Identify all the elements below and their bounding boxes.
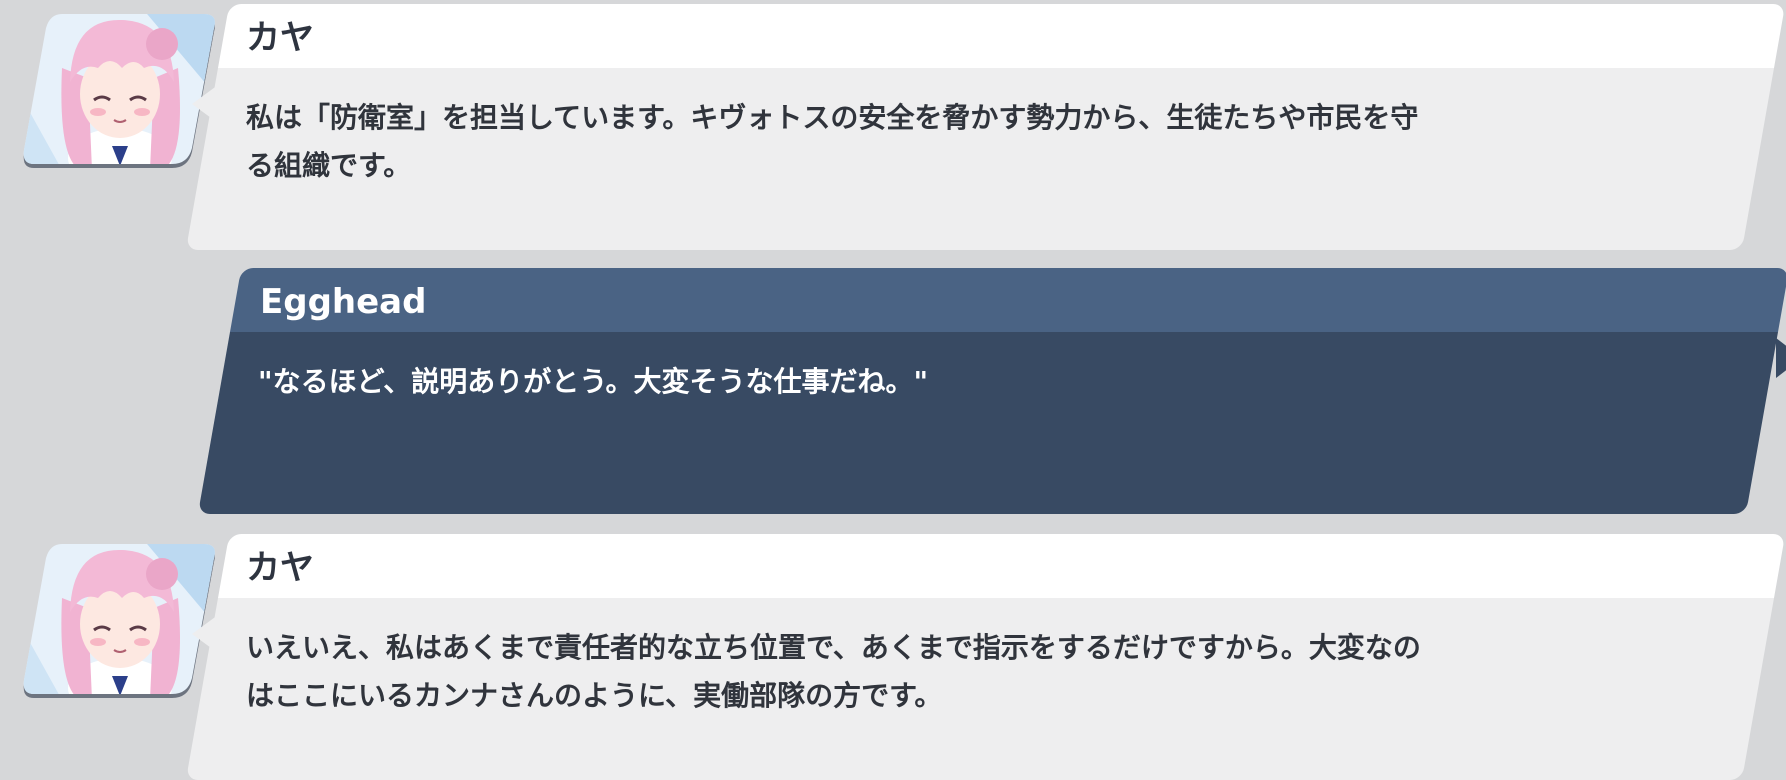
message-text: いえいえ、私はあくまで責任者的な立ち位置で、あくまで指示をするだけですから。大変… bbox=[246, 624, 1546, 720]
message-text: 私は「防衛室」を担当しています。キヴォトスの安全を脅かす勢力から、生徒たちや市民… bbox=[246, 94, 1546, 190]
message-line: る組織です。 bbox=[246, 149, 412, 182]
message-line: 私は「防衛室」を担当しています。キヴォトスの安全を脅かす勢力から、生徒たちや市民… bbox=[246, 101, 1419, 134]
message-header bbox=[218, 4, 1786, 68]
message-header bbox=[230, 268, 1786, 332]
speaker-name: カヤ bbox=[246, 18, 314, 58]
kaya-portrait-icon bbox=[23, 544, 215, 698]
bubble-tail bbox=[1776, 338, 1786, 378]
message-line: "なるほど、説明ありがとう。大変そうな仕事だね。" bbox=[258, 365, 929, 398]
kaya-avatar[interactable] bbox=[22, 538, 218, 700]
bubble-tail bbox=[192, 82, 222, 126]
chat-log: カヤ 私は「防衛室」を担当しています。キヴォトスの安全を脅かす勢力から、生徒たち… bbox=[0, 0, 1786, 780]
message-text: "なるほど、説明ありがとう。大変そうな仕事だね。" bbox=[258, 358, 1558, 406]
player-message-bubble: Egghead "なるほど、説明ありがとう。大変そうな仕事だね。" bbox=[197, 268, 1786, 514]
message-bubble: カヤ いえいえ、私はあくまで責任者的な立ち位置で、あくまで指示をするだけですから… bbox=[185, 534, 1786, 780]
speaker-name: カヤ bbox=[246, 548, 314, 588]
kaya-avatar[interactable] bbox=[22, 8, 218, 170]
speaker-name: Egghead bbox=[260, 282, 427, 322]
message-bubble: カヤ 私は「防衛室」を担当しています。キヴォトスの安全を脅かす勢力から、生徒たち… bbox=[185, 4, 1786, 250]
bubble-tail bbox=[192, 612, 222, 656]
message-line: いえいえ、私はあくまで責任者的な立ち位置で、あくまで指示をするだけですから。大変… bbox=[246, 631, 1421, 664]
message-line: はここにいるカンナさんのように、実働部隊の方です。 bbox=[246, 679, 943, 712]
message-header bbox=[218, 534, 1786, 598]
kaya-portrait-icon bbox=[23, 14, 215, 168]
